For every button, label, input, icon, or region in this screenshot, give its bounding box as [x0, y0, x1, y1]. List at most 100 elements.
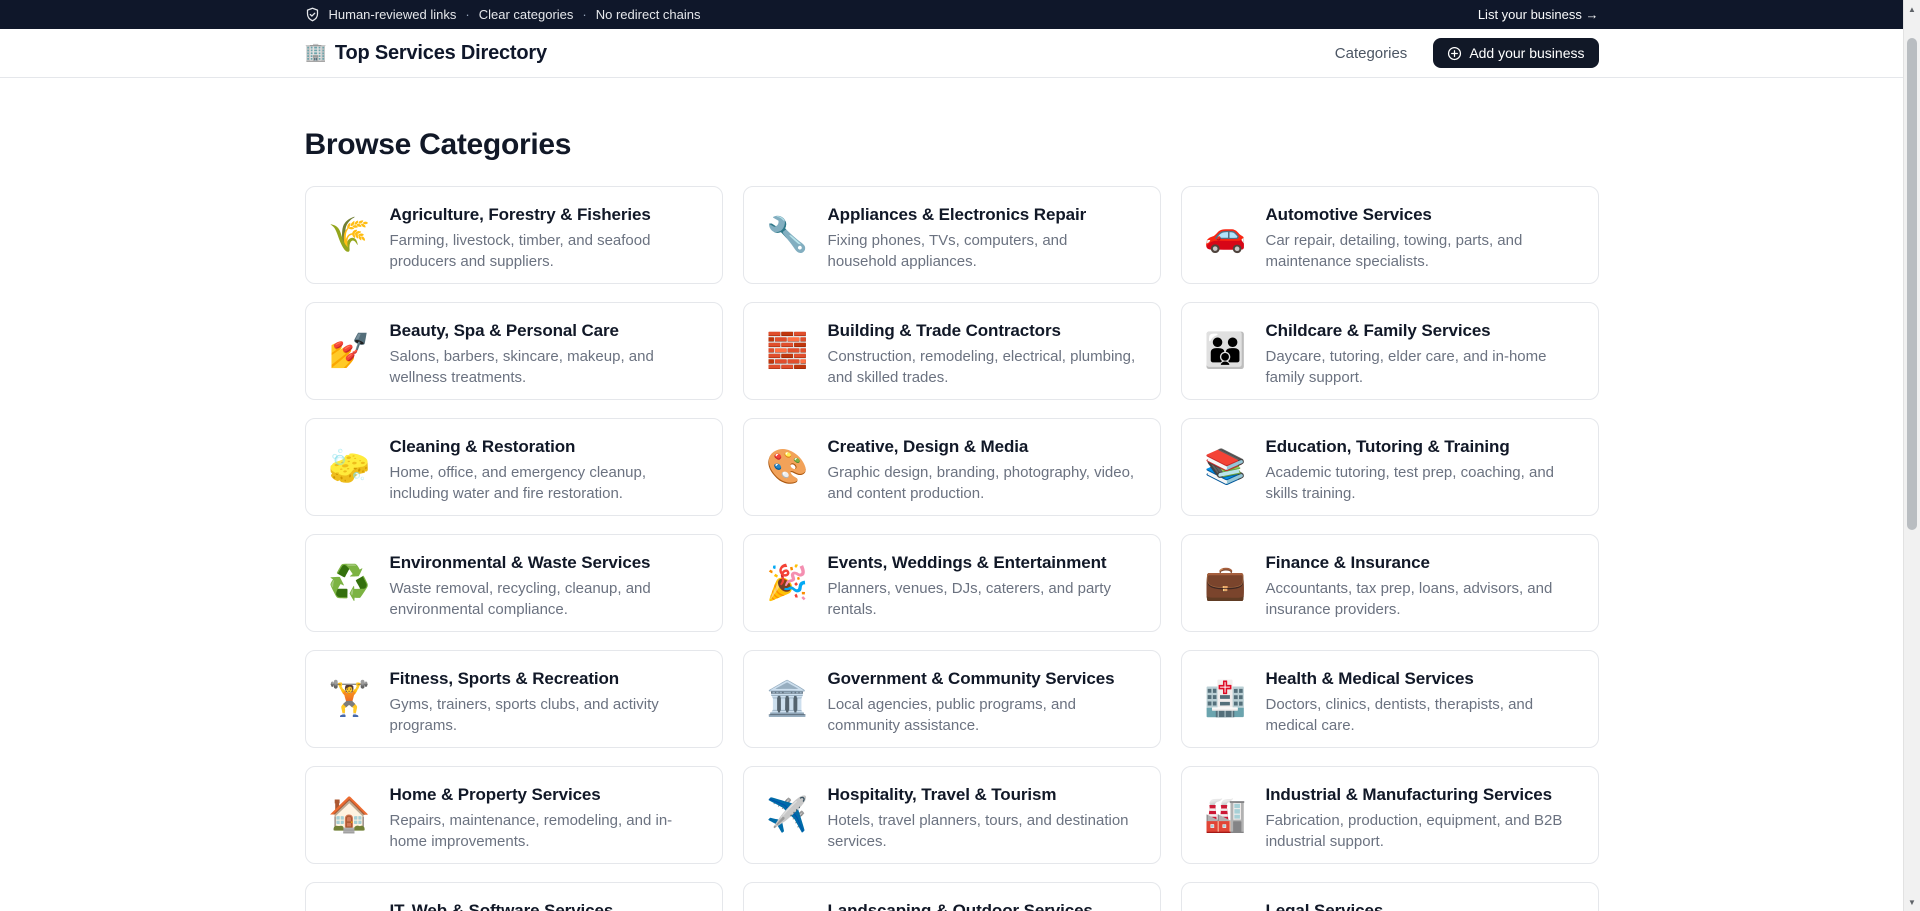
books-icon: 📚 [1204, 450, 1248, 484]
classical-building-icon: 🏛️ [766, 682, 810, 716]
dot-separator: · [582, 7, 586, 22]
palette-icon: 🎨 [766, 450, 810, 484]
category-title: Home & Property Services [390, 785, 700, 805]
category-description: Repairs, maintenance, remodeling, and in… [390, 810, 700, 852]
category-title: Health & Medical Services [1266, 669, 1576, 689]
header-nav: Categories Add your business [1335, 38, 1599, 68]
category-description: Local agencies, public programs, and com… [828, 694, 1138, 736]
category-card[interactable]: Landscaping & Outdoor Services [743, 882, 1161, 911]
category-title: IT, Web & Software Services [390, 901, 614, 911]
category-title: Finance & Insurance [1266, 553, 1576, 573]
category-title: Cleaning & Restoration [390, 437, 700, 457]
category-title: Creative, Design & Media [828, 437, 1138, 457]
category-title: Beauty, Spa & Personal Care [390, 321, 700, 341]
category-title: Government & Community Services [828, 669, 1138, 689]
nav-link-categories[interactable]: Categories [1335, 45, 1408, 62]
browser-viewport: Human-reviewed links · Clear categories … [0, 0, 1920, 911]
category-card[interactable]: 🎉 Events, Weddings & Entertainment Plann… [743, 534, 1161, 632]
category-description: Fabrication, production, equipment, and … [1266, 810, 1576, 852]
nail-polish-icon: 💅 [328, 334, 372, 368]
add-your-business-button[interactable]: Add your business [1433, 38, 1598, 68]
category-title: Environmental & Waste Services [390, 553, 700, 573]
category-title: Hospitality, Travel & Tourism [828, 785, 1138, 805]
category-title: Legal Services [1266, 901, 1384, 911]
site-title: Top Services Directory [335, 42, 547, 65]
category-card[interactable]: 🌾 Agriculture, Forestry & Fisheries Farm… [305, 186, 723, 284]
category-title: Industrial & Manufacturing Services [1266, 785, 1576, 805]
vertical-scrollbar[interactable]: ▲ ▼ [1903, 0, 1920, 911]
category-title: Landscaping & Outdoor Services [828, 901, 1093, 911]
scrollbar-up-arrow-icon[interactable]: ▲ [1904, 1, 1920, 17]
party-popper-icon: 🎉 [766, 566, 810, 600]
category-card[interactable]: 💼 Finance & Insurance Accountants, tax p… [1181, 534, 1599, 632]
category-description: Hotels, travel planners, tours, and dest… [828, 810, 1138, 852]
announcement-bar: Human-reviewed links · Clear categories … [0, 0, 1903, 29]
category-description: Fixing phones, TVs, computers, and house… [828, 230, 1138, 272]
category-card[interactable]: 🔧 Appliances & Electronics Repair Fixing… [743, 186, 1161, 284]
category-description: Car repair, detailing, towing, parts, an… [1266, 230, 1576, 272]
category-card[interactable]: IT, Web & Software Services [305, 882, 723, 911]
category-title: Building & Trade Contractors [828, 321, 1138, 341]
category-card[interactable]: 🧱 Building & Trade Contractors Construct… [743, 302, 1161, 400]
brand-home-link[interactable]: 🏢 Top Services Directory [305, 42, 547, 65]
dot-separator: · [465, 7, 469, 22]
category-description: Accountants, tax prep, loans, advisors, … [1266, 578, 1576, 620]
add-your-business-label: Add your business [1469, 45, 1584, 61]
category-description: Home, office, and emergency cleanup, inc… [390, 462, 700, 504]
category-title: Fitness, Sports & Recreation [390, 669, 700, 689]
factory-icon: 🏭 [1204, 798, 1248, 832]
announcement-item: Human-reviewed links [329, 7, 457, 22]
sheaf-of-rice-icon: 🌾 [328, 218, 372, 252]
scrollbar-down-arrow-icon[interactable]: ▼ [1904, 894, 1920, 910]
category-card[interactable]: 🧽 Cleaning & Restoration Home, office, a… [305, 418, 723, 516]
category-card[interactable]: 🏛️ Government & Community Services Local… [743, 650, 1161, 748]
recycling-icon: ♻️ [328, 566, 372, 600]
category-title: Education, Tutoring & Training [1266, 437, 1576, 457]
office-building-icon: 🏢 [305, 44, 327, 62]
category-title: Appliances & Electronics Repair [828, 205, 1138, 225]
category-card[interactable]: 🏭 Industrial & Manufacturing Services Fa… [1181, 766, 1599, 864]
brick-icon: 🧱 [766, 334, 810, 368]
category-card[interactable]: 💅 Beauty, Spa & Personal Care Salons, ba… [305, 302, 723, 400]
car-icon: 🚗 [1204, 218, 1248, 252]
category-card[interactable]: 👪 Childcare & Family Services Daycare, t… [1181, 302, 1599, 400]
category-description: Construction, remodeling, electrical, pl… [828, 346, 1138, 388]
category-card[interactable]: ✈️ Hospitality, Travel & Tourism Hotels,… [743, 766, 1161, 864]
category-title: Agriculture, Forestry & Fisheries [390, 205, 700, 225]
list-your-business-link[interactable]: List your business → [1478, 7, 1599, 22]
shield-check-icon [305, 7, 320, 22]
plus-circle-icon [1447, 46, 1462, 61]
page-title: Browse Categories [305, 128, 1599, 162]
wrench-icon: 🔧 [766, 218, 810, 252]
site-header: 🏢 Top Services Directory Categories Add … [0, 29, 1903, 78]
category-card[interactable]: 📚 Education, Tutoring & Training Academi… [1181, 418, 1599, 516]
category-card[interactable]: 🚗 Automotive Services Car repair, detail… [1181, 186, 1599, 284]
category-description: Planners, venues, DJs, caterers, and par… [828, 578, 1138, 620]
briefcase-icon: 💼 [1204, 566, 1248, 600]
category-card[interactable]: ♻️ Environmental & Waste Services Waste … [305, 534, 723, 632]
scrollbar-thumb[interactable] [1907, 38, 1917, 530]
airplane-icon: ✈️ [766, 798, 810, 832]
category-description: Salons, barbers, skincare, makeup, and w… [390, 346, 700, 388]
category-title: Automotive Services [1266, 205, 1576, 225]
announcement-items: Human-reviewed links · Clear categories … [305, 7, 701, 22]
house-icon: 🏠 [328, 798, 372, 832]
category-title: Childcare & Family Services [1266, 321, 1576, 341]
announcement-item: No redirect chains [596, 7, 701, 22]
category-description: Daycare, tutoring, elder care, and in-ho… [1266, 346, 1576, 388]
sponge-icon: 🧽 [328, 450, 372, 484]
category-description: Doctors, clinics, dentists, therapists, … [1266, 694, 1576, 736]
hospital-icon: 🏥 [1204, 682, 1248, 716]
category-card[interactable]: 🎨 Creative, Design & Media Graphic desig… [743, 418, 1161, 516]
category-description: Gyms, trainers, sports clubs, and activi… [390, 694, 700, 736]
category-description: Waste removal, recycling, cleanup, and e… [390, 578, 700, 620]
category-description: Farming, livestock, timber, and seafood … [390, 230, 700, 272]
category-card[interactable]: 🏥 Health & Medical Services Doctors, cli… [1181, 650, 1599, 748]
category-card[interactable]: 🏠 Home & Property Services Repairs, main… [305, 766, 723, 864]
family-icon: 👪 [1204, 334, 1248, 368]
page: Human-reviewed links · Clear categories … [0, 0, 1903, 911]
category-card[interactable]: Legal Services [1181, 882, 1599, 911]
category-title: Events, Weddings & Entertainment [828, 553, 1138, 573]
category-card[interactable]: 🏋️ Fitness, Sports & Recreation Gyms, tr… [305, 650, 723, 748]
weight-lifter-icon: 🏋️ [328, 682, 372, 716]
